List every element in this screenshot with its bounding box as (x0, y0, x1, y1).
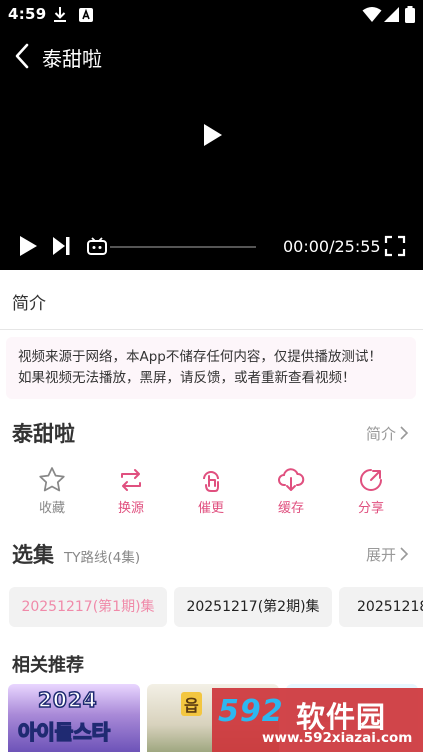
share-button[interactable]: 分享 (341, 465, 401, 516)
site-watermark: 592 软件园 www.592xiazai.com (212, 688, 423, 752)
episode-list: 20251217(第1期)集 20251217(第2期)集 20251218 (0, 587, 423, 629)
watermark-url: www.592xiazai.com (262, 730, 413, 746)
time-display: 00:00/25:55 (283, 237, 381, 256)
episode-item[interactable]: 20251217(第1期)集 (9, 587, 167, 627)
favorite-button[interactable]: 收藏 (22, 465, 82, 516)
swap-source-icon (121, 469, 141, 491)
fullscreen-icon[interactable] (384, 235, 406, 257)
show-title: 泰甜啦 (12, 422, 75, 446)
chevron-right-icon (399, 425, 409, 444)
player-controls: 00:00/25:55 (0, 230, 423, 264)
show-title-row: 泰甜啦 简介 (0, 415, 423, 451)
tab-intro-label: 简介 (12, 294, 46, 314)
cloud-download-icon (278, 468, 305, 491)
share-icon (360, 469, 382, 491)
thumbnail-caption: 아이돌스타 (17, 719, 111, 745)
switch-source-label: 换源 (117, 501, 144, 516)
star-icon (39, 467, 65, 492)
status-bar: 4:59 (0, 0, 423, 30)
battery-icon (404, 6, 416, 28)
cellular-signal-icon (384, 6, 400, 28)
thumbnail-badge: 읍 (181, 692, 202, 716)
watermark-logo: 592 (218, 694, 284, 729)
video-player[interactable]: 4:59 泰甜啦 00:00/25:55 (0, 0, 423, 270)
action-bar: 收藏 换源 催更 缓存 分享 (0, 465, 423, 525)
episodes-route: TY路线(4集) (64, 550, 141, 566)
share-label: 分享 (357, 501, 384, 516)
danmaku-tv-icon[interactable] (86, 235, 108, 261)
urge-update-button[interactable]: 催更 (181, 465, 241, 516)
switch-source-button[interactable]: 换源 (101, 465, 161, 516)
expand-label: 展开 (365, 546, 396, 564)
next-episode-icon[interactable] (51, 235, 73, 261)
cache-button[interactable]: 缓存 (261, 465, 321, 516)
intro-link-label: 简介 (365, 425, 396, 443)
episodes-header: 选集 TY路线(4集) 展开 (0, 537, 423, 571)
chevron-right-icon (399, 546, 409, 565)
urge-update-label: 催更 (197, 501, 224, 516)
play-icon[interactable] (17, 235, 39, 261)
episode-item[interactable]: 20251217(第2期)集 (174, 587, 332, 627)
disclaimer-notice: 视频来源于网络，本App不储存任何内容，仅提供播放测试！ 如果视频无法播放，黑屏… (6, 337, 416, 399)
progress-bar[interactable] (110, 246, 256, 248)
back-arrow-icon[interactable] (12, 42, 36, 70)
player-topbar: 泰甜啦 (0, 38, 423, 74)
font-app-icon (78, 6, 94, 28)
intro-link[interactable]: 简介 (366, 423, 409, 444)
video-title: 泰甜啦 (42, 47, 102, 71)
related-thumbnail[interactable]: 2024 아이돌스타 (8, 684, 140, 752)
cache-label: 缓存 (277, 501, 304, 516)
urge-update-icon (203, 471, 219, 492)
related-title: 相关推荐 (12, 655, 84, 676)
download-icon (52, 6, 68, 28)
status-time: 4:59 (8, 5, 47, 23)
thumbnail-year: 2024 (37, 687, 98, 713)
wifi-icon (362, 6, 382, 28)
expand-episodes-link[interactable]: 展开 (366, 544, 409, 565)
episode-item[interactable]: 20251218 (339, 587, 423, 627)
episodes-title: 选集 (12, 543, 54, 567)
tab-intro[interactable]: 简介 (0, 270, 423, 330)
notice-line-1: 视频来源于网络，本App不储存任何内容，仅提供播放测试！ (18, 349, 382, 365)
favorite-label: 收藏 (38, 501, 65, 516)
notice-line-2: 如果视频无法播放，黑屏，请反馈，或者重新查看视频！ (18, 370, 356, 386)
center-play-icon[interactable] (199, 122, 225, 148)
